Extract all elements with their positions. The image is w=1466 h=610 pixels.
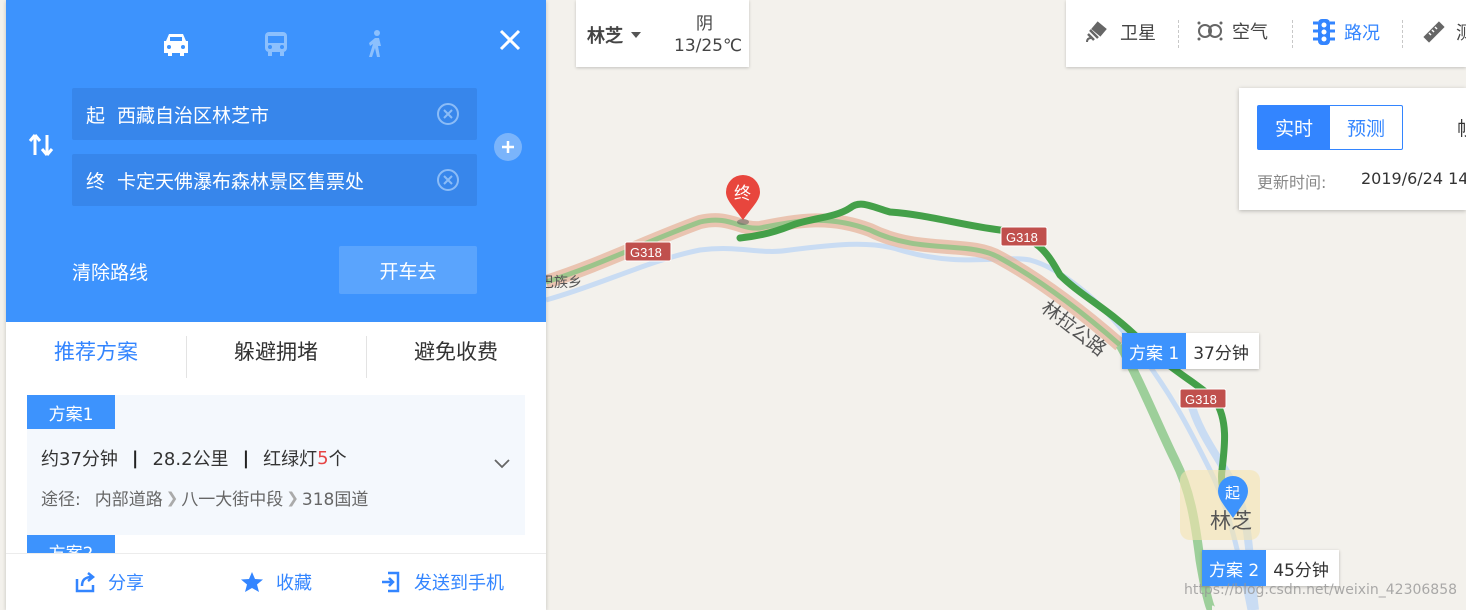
share-button[interactable]: 分享 [74,569,144,595]
route-summary: 约37分钟 | 28.2公里 | 红绿灯 5 个 [41,445,347,471]
route-badge: 方案1 [27,395,115,429]
air-label: 空气 [1232,22,1268,43]
send-label: 发送到手机 [414,573,504,594]
start-marker-text: 起 [1225,484,1240,502]
weather-temperature: 13/25℃ [674,36,743,56]
car-icon[interactable] [156,24,196,64]
chevron-right-icon: ❯ [286,488,299,507]
start-input[interactable]: 起 西藏自治区林芝市 [72,88,477,140]
route-lights-count: 5 [317,447,329,469]
end-value: 卡定天佛瀑布森林景区售票处 [117,170,365,193]
tab-recommended[interactable]: 推荐方案 [6,322,186,380]
tab-avoid-congestion[interactable]: 躲避拥堵 [186,322,366,380]
bus-icon[interactable] [256,24,296,64]
route-panel-header: 起 西藏自治区林芝市 终 卡定天佛瀑布森林景区售票处 清除路线 开车去 [6,0,546,322]
callout-time: 37分钟 [1193,343,1249,364]
toolbar-divider [1178,20,1179,48]
callout-time: 45分钟 [1273,560,1329,581]
update-time-value: 2019/6/24 14 [1361,169,1466,188]
toolbar-divider [1292,20,1293,48]
forecast-tab[interactable]: 预测 [1330,106,1402,149]
callout-name: 方案 2 [1202,550,1267,586]
route-option-2[interactable]: 方案2 [27,535,525,553]
callout-name: 方案 1 [1122,333,1187,369]
route-panel: 起 西藏自治区林芝市 终 卡定天佛瀑布森林景区售票处 清除路线 开车去 推荐方案… [6,0,546,610]
route-badge: 方案2 [27,535,115,553]
clear-route-link[interactable]: 清除路线 [72,258,148,285]
road-badge-g318-north: G318 [1000,226,1048,247]
add-waypoint-icon[interactable] [494,133,522,161]
star-icon [241,572,263,592]
clear-end-icon[interactable] [437,169,459,191]
popup-cut-text: 帧 [1457,114,1466,141]
start-tag: 起 [86,104,106,127]
tab-avoid-tolls[interactable]: 避免收费 [366,322,546,380]
end-marker-text: 终 [734,184,751,204]
measure-button[interactable]: 测 [1420,18,1466,46]
swap-icon[interactable] [26,130,56,160]
traffic-light-icon [1313,19,1335,45]
via-label: 途径: [41,490,81,510]
map-toolbar: 卫星 空气 路况 测 [1066,0,1466,67]
ruler-icon [1423,21,1445,43]
satellite-label: 卫星 [1120,23,1156,44]
weather-widget: 林芝 阴 13/25℃ [576,0,749,67]
measure-label: 测 [1456,23,1466,44]
traffic-popup: 实时 预测 帧 更新时间: 2019/6/24 14 [1239,88,1466,210]
drive-button[interactable]: 开车去 [339,246,477,294]
traffic-mode-toggle: 实时 预测 [1257,105,1403,150]
end-input[interactable]: 终 卡定天佛瀑布森林景区售票处 [72,154,477,206]
via-road: 内部道路 [94,490,163,510]
road-badge-text: G318 [630,245,662,260]
satellite-button[interactable]: 卫星 [1084,18,1156,46]
close-icon[interactable] [492,22,528,58]
watermark: https://blog.csdn.net/weixin_42306858 [1184,582,1458,598]
send-to-phone-icon [382,571,400,593]
plan-tabs: 推荐方案 躲避拥堵 避免收费 [6,322,546,380]
weather-condition: 阴 [696,14,713,34]
realtime-tab[interactable]: 实时 [1258,106,1330,149]
favorite-button[interactable]: 收藏 [240,569,312,595]
toolbar-divider [1402,20,1403,48]
road-badge-g318-east: G318 [1179,388,1227,409]
air-quality-button[interactable]: 空气 [1196,18,1268,44]
road-badge-text: G318 [1006,230,1038,245]
separator: | [242,447,250,469]
route-lights-prefix: 红绿灯 [263,449,318,470]
chevron-right-icon: ❯ [165,488,179,507]
route-lights-suffix: 个 [328,449,347,470]
update-time-label: 更新时间: [1257,173,1327,192]
traffic-button[interactable]: 路况 [1312,18,1380,46]
city-selector[interactable]: 林芝 [587,22,641,48]
via-road: 八一大街中段 [181,490,284,510]
route-2-callout[interactable]: 方案 2 45分钟 [1202,550,1339,586]
via-road: 318国道 [301,490,369,510]
share-icon [75,572,96,593]
route-via: 途径: 内部道路 ❯ 八一大街中段 ❯ 318国道 [41,485,369,511]
route-distance: 28.2公里 [152,449,229,470]
route-1-callout[interactable]: 方案 1 37分钟 [1122,333,1259,369]
send-to-phone-button[interactable]: 发送到手机 [380,569,504,595]
satellite-icon [1086,21,1107,43]
air-icon [1197,21,1223,41]
route-option-1[interactable]: 方案1 约37分钟 | 28.2公里 | 红绿灯 5 个 途径: 内部道路 ❯ … [27,395,525,535]
route-list: 方案1 约37分钟 | 28.2公里 | 红绿灯 5 个 途径: 内部道路 ❯ … [27,395,525,553]
city-name: 林芝 [587,26,623,47]
end-tag: 终 [86,170,106,193]
road-badge-g318-west: G318 [624,241,672,262]
place-label-partial: 巴族乡 [540,275,582,291]
favorite-label: 收藏 [276,573,312,594]
chevron-down-icon[interactable] [493,457,511,471]
route-actions: 分享 收藏 发送到手机 [6,553,546,610]
caret-down-icon [631,32,641,38]
route-duration: 约37分钟 [41,449,118,470]
separator: | [131,447,139,469]
start-value: 西藏自治区林芝市 [117,104,270,127]
road-badge-text: G318 [1185,392,1217,407]
clear-start-icon[interactable] [437,103,459,125]
traffic-label: 路况 [1344,23,1380,44]
share-label: 分享 [108,573,144,594]
walk-icon[interactable] [356,24,396,64]
